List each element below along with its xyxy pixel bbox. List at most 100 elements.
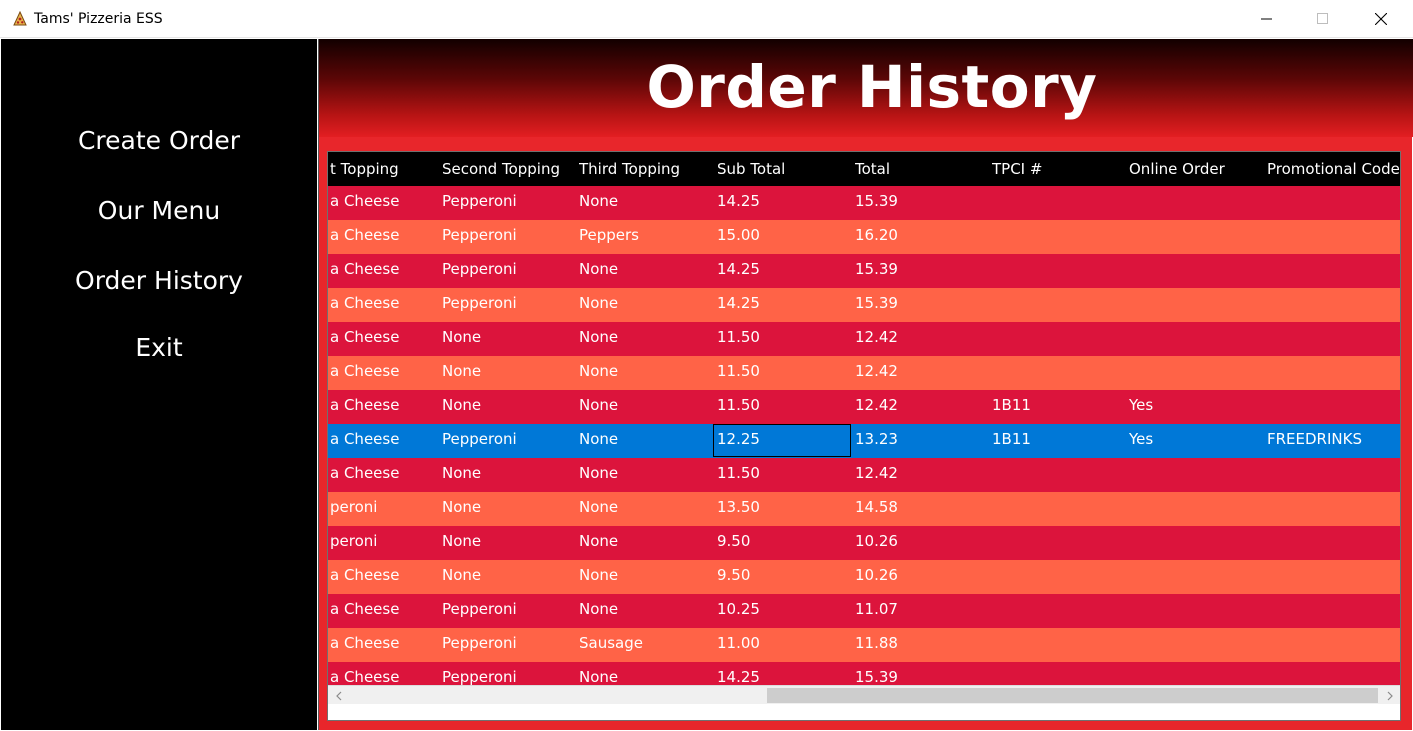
table-cell[interactable]: Pepperoni — [442, 628, 577, 662]
table-cell[interactable]: FREEDRINKS — [1267, 424, 1400, 458]
table-row[interactable]: peroni None None 9.50 10.26 — [328, 526, 1400, 560]
table-cell[interactable] — [1129, 458, 1265, 492]
table-cell[interactable] — [1129, 186, 1265, 220]
horizontal-scrollbar[interactable] — [328, 685, 1400, 704]
table-cell[interactable] — [1267, 628, 1400, 662]
table-row[interactable]: a Cheese Pepperoni Peppers 15.00 16.20 — [328, 220, 1400, 254]
table-cell[interactable]: 12.42 — [855, 458, 990, 492]
table-cell[interactable]: a Cheese — [330, 220, 440, 254]
table-cell[interactable]: Pepperoni — [442, 594, 577, 628]
table-cell[interactable] — [1129, 594, 1265, 628]
table-cell[interactable]: 12.42 — [855, 322, 990, 356]
table-cell[interactable]: 11.50 — [717, 322, 853, 356]
table-cell[interactable] — [1267, 662, 1400, 685]
table-cell[interactable]: 11.50 — [717, 390, 853, 424]
table-cell[interactable]: 13.50 — [717, 492, 853, 526]
table-cell[interactable]: a Cheese — [330, 322, 440, 356]
table-cell[interactable]: peroni — [330, 492, 440, 526]
chevron-left-icon[interactable] — [332, 689, 346, 703]
column-header[interactable]: Second Topping — [442, 152, 577, 186]
table-cell[interactable]: a Cheese — [330, 356, 440, 390]
sidebar-item-exit[interactable]: Exit — [1, 333, 317, 362]
table-cell[interactable]: Yes — [1129, 390, 1265, 424]
table-cell[interactable]: None — [579, 594, 715, 628]
table-cell[interactable]: None — [442, 458, 577, 492]
table-cell[interactable]: None — [579, 186, 715, 220]
table-cell[interactable]: None — [579, 560, 715, 594]
table-cell[interactable]: 12.42 — [855, 390, 990, 424]
table-cell[interactable]: 1B11 — [992, 424, 1127, 458]
table-cell[interactable] — [1267, 186, 1400, 220]
table-row[interactable]: a Cheese None None 11.50 12.42 — [328, 356, 1400, 390]
table-cell[interactable] — [1129, 220, 1265, 254]
table-cell[interactable]: 10.25 — [717, 594, 853, 628]
close-button[interactable] — [1358, 0, 1404, 38]
table-cell[interactable] — [992, 288, 1127, 322]
table-cell[interactable]: Pepperoni — [442, 220, 577, 254]
table-cell[interactable]: None — [442, 492, 577, 526]
column-header[interactable]: Third Topping — [579, 152, 715, 186]
table-cell[interactable]: None — [442, 356, 577, 390]
minimize-button[interactable] — [1244, 0, 1290, 38]
table-cell[interactable]: peroni — [330, 526, 440, 560]
table-cell[interactable] — [1129, 526, 1265, 560]
table-cell[interactable]: a Cheese — [330, 628, 440, 662]
chevron-right-icon[interactable] — [1383, 689, 1397, 703]
table-cell[interactable]: 11.07 — [855, 594, 990, 628]
table-cell[interactable] — [992, 560, 1127, 594]
table-cell[interactable] — [1129, 560, 1265, 594]
table-cell[interactable]: 13.23 — [855, 424, 990, 458]
table-cell[interactable]: Peppers — [579, 220, 715, 254]
table-cell[interactable]: Pepperoni — [442, 288, 577, 322]
table-cell[interactable] — [1267, 254, 1400, 288]
sidebar-item-create-order[interactable]: Create Order — [1, 126, 317, 155]
table-cell[interactable] — [992, 594, 1127, 628]
table-cell[interactable]: None — [442, 322, 577, 356]
table-cell[interactable]: None — [442, 526, 577, 560]
table-cell[interactable] — [1267, 594, 1400, 628]
table-cell[interactable]: 15.39 — [855, 662, 990, 685]
table-cell[interactable]: 11.00 — [717, 628, 853, 662]
table-row[interactable]: a Cheese None None 11.50 12.42 — [328, 458, 1400, 492]
table-cell[interactable] — [1267, 560, 1400, 594]
table-cell[interactable] — [992, 526, 1127, 560]
table-cell[interactable]: Pepperoni — [442, 186, 577, 220]
table-cell[interactable]: 14.25 — [717, 662, 853, 685]
table-cell[interactable]: Pepperoni — [442, 254, 577, 288]
table-cell[interactable]: 15.39 — [855, 288, 990, 322]
maximize-button[interactable] — [1300, 0, 1346, 38]
table-cell[interactable]: a Cheese — [330, 254, 440, 288]
table-cell[interactable]: None — [442, 560, 577, 594]
table-cell[interactable]: None — [579, 254, 715, 288]
table-cell[interactable] — [1267, 458, 1400, 492]
column-header[interactable]: TPCI # — [992, 152, 1127, 186]
table-cell[interactable]: a Cheese — [330, 186, 440, 220]
table-row[interactable]: a Cheese Pepperoni Sausage 11.00 11.88 — [328, 628, 1400, 662]
table-cell[interactable] — [1129, 254, 1265, 288]
sidebar-item-our-menu[interactable]: Our Menu — [1, 196, 317, 225]
table-cell[interactable]: a Cheese — [330, 390, 440, 424]
table-cell[interactable] — [992, 322, 1127, 356]
table-cell[interactable]: 11.50 — [717, 356, 853, 390]
table-cell[interactable]: None — [579, 424, 715, 458]
table-cell[interactable]: None — [579, 322, 715, 356]
table-cell[interactable] — [992, 458, 1127, 492]
table-cell[interactable]: Pepperoni — [442, 662, 577, 685]
table-cell[interactable] — [1267, 390, 1400, 424]
table-cell[interactable]: a Cheese — [330, 594, 440, 628]
table-row[interactable]: peroni None None 13.50 14.58 — [328, 492, 1400, 526]
table-cell[interactable]: a Cheese — [330, 424, 440, 458]
table-cell[interactable] — [1129, 322, 1265, 356]
column-header[interactable]: Online Order — [1129, 152, 1265, 186]
table-cell[interactable]: 15.39 — [855, 186, 990, 220]
table-cell[interactable]: Sausage — [579, 628, 715, 662]
table-cell[interactable]: None — [579, 526, 715, 560]
scrollbar-thumb[interactable] — [767, 688, 1378, 703]
table-cell[interactable] — [992, 186, 1127, 220]
table-cell[interactable]: 14.58 — [855, 492, 990, 526]
table-row[interactable]: a Cheese Pepperoni None 12.25 13.23 1B11 Yes FR… — [328, 424, 1400, 458]
table-cell[interactable]: 15.39 — [855, 254, 990, 288]
table-cell[interactable]: Yes — [1129, 424, 1265, 458]
table-cell[interactable]: None — [579, 492, 715, 526]
table-cell[interactable] — [992, 254, 1127, 288]
